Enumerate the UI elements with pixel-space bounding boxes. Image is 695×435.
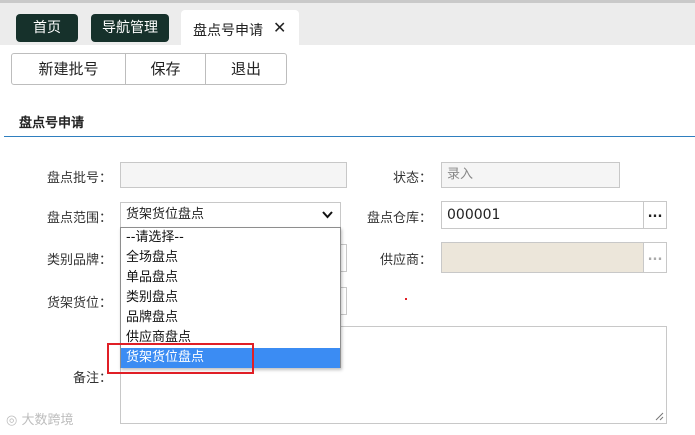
remark-label: 备注：: [72, 371, 112, 386]
tab-nav-management[interactable]: 导航管理: [91, 14, 169, 42]
save-button[interactable]: 保存: [126, 54, 206, 84]
watermark-text: 大数跨境: [21, 413, 74, 428]
category-brand-label: 类别品牌：: [46, 253, 112, 268]
status-field: 录入: [441, 162, 620, 188]
close-icon[interactable]: ✕: [273, 18, 286, 37]
tab-bar: 首页 导航管理 盘点号申请 ✕: [0, 3, 695, 48]
tab-inventory-apply[interactable]: 盘点号申请 ✕: [181, 10, 299, 48]
resize-grip-icon[interactable]: [655, 412, 664, 421]
dropdown-option[interactable]: 全场盘点: [121, 248, 340, 268]
warehouse-lookup-button[interactable]: ...: [643, 201, 667, 229]
batch-label: 盘点批号：: [46, 171, 112, 186]
scope-select[interactable]: 货架货位盘点: [120, 202, 341, 228]
new-batch-button[interactable]: 新建批号: [12, 54, 126, 84]
scope-select-value: 货架货位盘点: [126, 207, 205, 222]
dropdown-option[interactable]: 类别盘点: [121, 288, 340, 308]
status-label: 状态：: [392, 171, 432, 186]
section-title: 盘点号申请: [19, 116, 85, 131]
dropdown-option[interactable]: 单品盘点: [121, 268, 340, 288]
red-dot: [405, 298, 407, 300]
warehouse-label: 盘点仓库：: [366, 211, 432, 226]
scope-label: 盘点范围：: [46, 211, 112, 226]
batch-number-field: [120, 162, 347, 188]
chevron-down-icon: [322, 211, 333, 219]
toolbar: 新建批号 保存 退出: [11, 53, 287, 85]
section-divider: [4, 136, 695, 137]
dropdown-option[interactable]: 品牌盘点: [121, 308, 340, 328]
highlight-box: [107, 343, 254, 374]
tab-home[interactable]: 首页: [16, 14, 78, 42]
exit-button[interactable]: 退出: [206, 54, 286, 84]
supplier-field: [441, 242, 644, 273]
watermark: ◎ 大数跨境: [6, 409, 74, 428]
tab-inventory-apply-label: 盘点号申请: [193, 23, 263, 39]
supplier-lookup-button[interactable]: ...: [643, 242, 667, 273]
watermark-logo-icon: ◎: [6, 413, 22, 428]
dropdown-option[interactable]: --请选择--: [121, 228, 340, 248]
warehouse-field[interactable]: 000001: [441, 201, 644, 229]
supplier-label: 供应商：: [379, 253, 432, 268]
shelf-location-label: 货架货位：: [46, 296, 112, 311]
